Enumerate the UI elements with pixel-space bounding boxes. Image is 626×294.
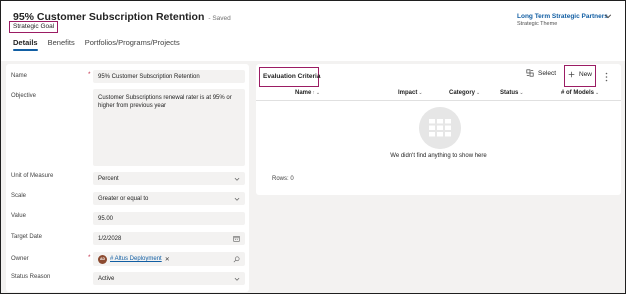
- column-header-name[interactable]: Name ↑ ⌄: [295, 90, 320, 96]
- scale-select[interactable]: Greater or equal to: [93, 192, 245, 205]
- tab-bar: Details Benefits Portfolios/Programs/Pro…: [13, 38, 180, 51]
- owner-link[interactable]: # Altus Deployment: [110, 256, 162, 262]
- new-label: New: [579, 71, 593, 78]
- name-input[interactable]: 95% Customer Subscription Retention: [93, 70, 245, 83]
- search-icon[interactable]: [233, 256, 240, 263]
- save-status: - Saved: [208, 15, 231, 22]
- value-input[interactable]: 95.00: [93, 212, 245, 225]
- calendar-icon[interactable]: [233, 235, 240, 242]
- evaluation-criteria-title: Evaluation Criteria: [263, 73, 321, 80]
- value-label: Value: [11, 213, 26, 219]
- remove-owner-icon[interactable]: ✕: [165, 256, 170, 263]
- target-date-label: Target Date: [11, 234, 43, 240]
- target-date-field: Target Date 1/2/2028: [6, 232, 249, 245]
- objective-textarea[interactable]: Customer Subscriptions renewal rater is …: [93, 89, 245, 166]
- column-header-number-of-models[interactable]: # of Models ⌄: [561, 90, 599, 96]
- tab-portfolios-programs-projects[interactable]: Portfolios/Programs/Projects: [85, 38, 180, 51]
- details-form: Name * 95% Customer Subscription Retenti…: [6, 64, 249, 292]
- unit-of-measure-select[interactable]: Percent: [93, 172, 245, 185]
- plus-icon: [568, 71, 575, 78]
- column-header-row: Name ↑ ⌄ Impact ⌄ Category ⌄ Status ⌄ # …: [256, 89, 621, 101]
- more-options-icon[interactable]: [605, 72, 608, 82]
- owner-lookup[interactable]: AD # Altus Deployment ✕: [93, 252, 245, 266]
- name-field: Name * 95% Customer Subscription Retenti…: [6, 70, 249, 83]
- rows-count: Rows: 0: [272, 176, 294, 182]
- scale-field: Scale Greater or equal to: [6, 192, 249, 205]
- chevron-down-icon: [234, 277, 240, 281]
- new-button[interactable]: New: [568, 71, 592, 78]
- unit-of-measure-label: Unit of Measure: [11, 173, 54, 179]
- owner-field: Owner * AD # Altus Deployment ✕: [6, 252, 249, 266]
- column-header-category[interactable]: Category ⌄: [449, 90, 480, 96]
- select-icon: [526, 69, 534, 77]
- target-date-input[interactable]: 1/2/2028: [93, 232, 245, 245]
- tab-benefits[interactable]: Benefits: [48, 38, 75, 51]
- page-header: 95% Customer Subscription Retention - Sa…: [1, 1, 625, 61]
- status-reason-value: Active: [98, 275, 115, 282]
- new-button-highlight: New: [564, 65, 596, 87]
- avatar: AD: [98, 254, 107, 264]
- app-frame: 95% Customer Subscription Retention - Sa…: [0, 0, 626, 294]
- objective-label: Objective: [11, 93, 37, 99]
- strategic-theme-link[interactable]: Long Term Strategic Partners: [517, 13, 608, 20]
- empty-state-message: We didn't find anything to show here: [390, 153, 487, 159]
- entity-type-label: Strategic Goal: [9, 21, 59, 33]
- name-label: Name: [11, 73, 28, 79]
- chevron-down-icon[interactable]: [604, 12, 612, 20]
- select-label: Select: [538, 69, 557, 77]
- strategic-theme: Long Term Strategic Partners Strategic T…: [517, 13, 608, 27]
- unit-of-measure-field: Unit of Measure Percent: [6, 172, 249, 185]
- status-reason-label: Status Reason: [11, 274, 51, 280]
- scale-value: Greater or equal to: [98, 195, 149, 202]
- status-reason-field: Status Reason Active: [6, 272, 249, 285]
- scale-label: Scale: [11, 193, 27, 199]
- tab-details[interactable]: Details: [13, 38, 38, 51]
- target-date-value: 1/2/2028: [98, 235, 122, 242]
- column-header-status[interactable]: Status ⌄: [500, 90, 524, 96]
- column-header-impact[interactable]: Impact ⌄: [398, 90, 423, 96]
- empty-grid-icon: [419, 107, 461, 149]
- chevron-down-icon: [234, 197, 240, 201]
- evaluation-criteria-highlight: Evaluation Criteria: [259, 67, 321, 87]
- required-indicator: *: [88, 71, 91, 78]
- evaluation-criteria-grid: Evaluation Criteria Select New Name ↑ ⌄ …: [256, 64, 621, 195]
- strategic-theme-label: Strategic Theme: [517, 21, 558, 27]
- owner-label: Owner: [11, 256, 29, 262]
- value-field: Value 95.00: [6, 212, 249, 225]
- objective-field: Objective Customer Subscriptions renewal…: [6, 89, 249, 166]
- unit-of-measure-value: Percent: [98, 175, 119, 182]
- chevron-down-icon: [234, 177, 240, 181]
- select-button[interactable]: Select: [526, 69, 556, 77]
- required-indicator: *: [88, 254, 91, 261]
- status-reason-select[interactable]: Active: [93, 272, 245, 285]
